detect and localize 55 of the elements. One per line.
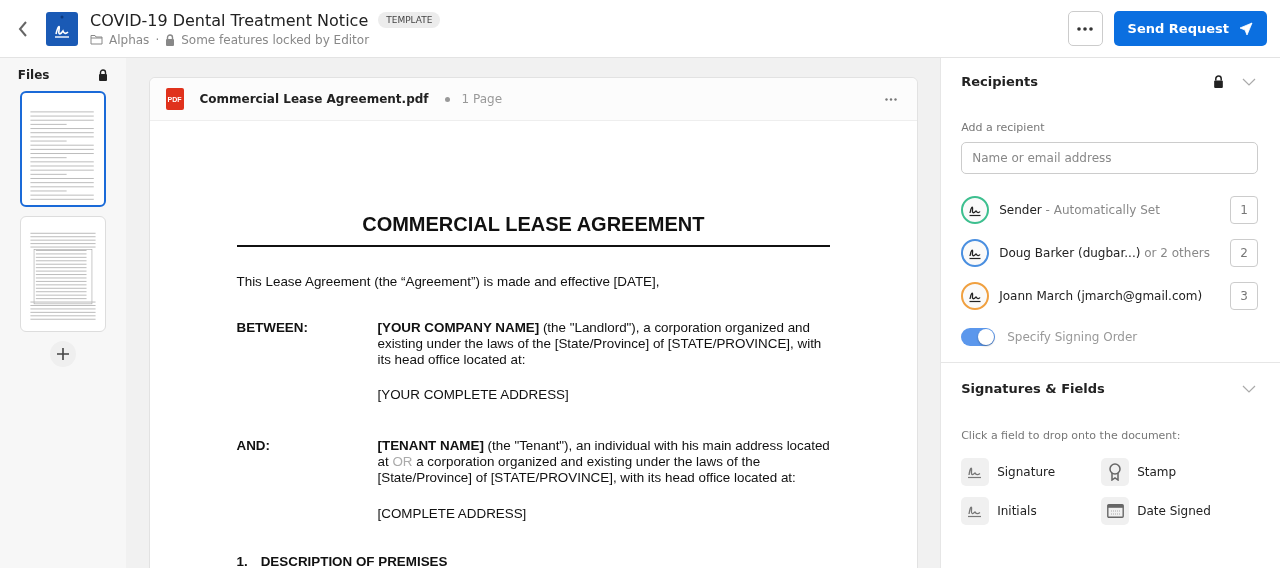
signing-order-label: Specify Signing Order [1007,330,1138,344]
signing-order-number[interactable]: 1 [1230,196,1258,224]
fields-title: Signatures & Fields [961,381,1105,396]
files-title: Files [17,68,50,82]
party-paragraph: [TENANT NAME] (the "Tenant"), an individual with his main address located at OR a corporation organized and existing under the laws of the [State/Province] of [STATE/PROVINCE], with its head office located at: [377,438,831,487]
lock-icon [1213,75,1224,88]
signing-order-number[interactable]: 3 [1230,282,1258,310]
plus-icon [56,348,69,360]
more-button[interactable] [1067,11,1103,46]
recipient-name: Doug Barker (dugbar...) or 2 others [999,246,1210,260]
calendar-icon[interactable] [1106,504,1124,518]
separator-dot: · [155,32,160,47]
folder-name: Alphas [109,32,150,47]
page-thumbnail[interactable] [19,91,106,207]
intro-paragraph: This Lease Agreement (the “Agreement”) is made and effective [DATE], [236,274,661,289]
party-label: AND: [236,438,271,456]
chevron-down-icon[interactable] [1242,77,1256,86]
more-icon [1077,26,1094,31]
folder-icon [90,34,103,45]
ribbon-icon[interactable] [1108,463,1123,481]
send-request-button[interactable]: Send Request [1113,11,1267,46]
signer-avatar-icon [961,239,990,267]
party-paragraph: [COMPLETE ADDRESS] [377,505,528,522]
chevron-down-icon[interactable] [1242,384,1256,393]
signer-avatar-icon [961,196,990,224]
party-paragraph: [YOUR COMPANY NAME] (the "Landlord"), a corporation organized and existing under the laws of the [State/Province] of [STATE/PROVINCE], with its head office located at: [377,320,823,369]
recipient-name: Joann March (jmarch@gmail.com) [999,289,1203,303]
signature-doc-icon [46,11,78,46]
field-label[interactable]: Stamp [1137,465,1177,479]
fields-hint: Click a field to drop onto the document: [961,429,1182,442]
lock-icon [165,33,176,46]
recipients-title: Recipients [961,74,1038,89]
field-label[interactable]: Initials [997,504,1037,518]
send-icon [1239,21,1253,36]
signing-order-toggle[interactable] [961,328,996,346]
field-label[interactable]: Signature [997,465,1056,479]
recipient-input[interactable]: Name or email address [961,142,1258,174]
signer-avatar-icon [961,282,990,310]
recipient-name: Sender - Automatically Set [999,203,1160,217]
add-page-button[interactable] [49,341,76,367]
template-badge: TEMPLATE [378,12,441,28]
field-label[interactable]: Date Signed [1137,504,1211,518]
party-paragraph: [YOUR COMPLETE ADDRESS] [377,387,570,404]
signing-order-number[interactable]: 2 [1230,239,1258,267]
section-title: DESCRIPTION OF PREMISES [260,553,448,568]
file-name: Commercial Lease Agreement.pdf [199,92,429,106]
lock-icon [97,69,108,81]
lock-note: Some features locked by Editor [181,32,370,47]
page-count: 1 Page [461,92,503,106]
bullet-dot [444,96,450,102]
party-label: BETWEEN: [236,320,309,337]
agreement-title: COMMERCIAL LEASE AGREEMENT [361,213,706,236]
add-recipient-label: Add a recipient [961,121,1046,134]
section-number: 1. [236,553,248,568]
document-title: COVID-19 Dental Treatment Notice [90,10,369,30]
